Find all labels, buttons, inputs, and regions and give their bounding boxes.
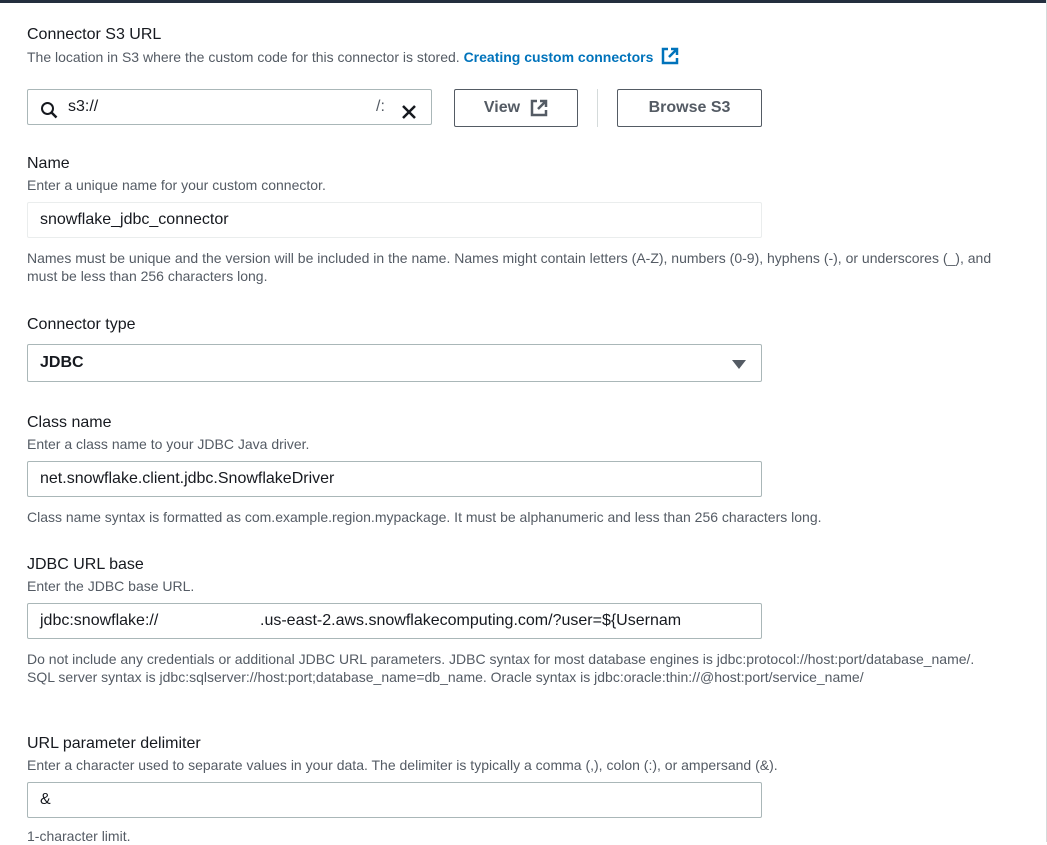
jdbc-url-help: Do not include any credentials or additi… [27,651,975,685]
connector-type-label: Connector type [27,316,136,333]
button-divider [597,89,598,127]
s3-url-description-text: The location in S3 where the custom code… [27,49,460,65]
name-section: Name Enter a unique name for your custom… [27,154,1027,194]
class-name-description: Enter a class name to your JDBC Java dri… [27,436,310,452]
view-external-link-icon [530,99,548,117]
external-link-icon [661,47,679,69]
delimiter-help: 1-character limit. [27,828,131,844]
jdbc-url-section: JDBC URL base Enter the JDBC base URL. [27,555,1027,595]
class-name-label: Class name [27,414,112,431]
caret-down-icon [732,360,746,369]
connector-type-value: JDBC [40,354,84,371]
browse-s3-button[interactable]: Browse S3 [617,89,762,127]
top-border [0,0,1047,3]
jdbc-url-input[interactable]: jdbc:snowflake:// .us-east-2.aws.snowfla… [27,603,762,639]
s3-url-section: Connector S3 URL The location in S3 wher… [27,25,1027,69]
creating-custom-connectors-link[interactable]: Creating custom connectors [463,47,680,65]
s3-url-input[interactable]: s3:// /: [27,89,432,125]
clear-icon[interactable] [401,99,417,124]
delimiter-input[interactable]: & [27,782,762,818]
name-label: Name [27,155,70,172]
s3-url-description: The location in S3 where the custom code… [27,47,1027,69]
jdbc-url-prefix: jdbc:snowflake:// [40,612,159,629]
search-icon [40,98,58,124]
delimiter-section: URL parameter delimiter Enter a characte… [27,734,1027,774]
name-description: Enter a unique name for your custom conn… [27,177,326,193]
creating-custom-connectors-link-text: Creating custom connectors [463,49,654,65]
delimiter-label: URL parameter delimiter [27,735,201,752]
connector-type-section: Connector type [27,315,136,335]
s3-url-value: s3:// [68,98,99,115]
jdbc-url-label: JDBC URL base [27,556,144,573]
view-button[interactable]: View [454,89,578,127]
name-help: Names must be unique and the version wil… [27,250,992,284]
class-name-input[interactable]: net.snowflake.client.jdbc.SnowflakeDrive… [27,461,762,497]
jdbc-url-suffix: .us-east-2.aws.snowflakecomputing.com/?u… [260,612,682,629]
jdbc-url-description: Enter the JDBC base URL. [27,578,195,594]
s3-url-label: Connector S3 URL [27,26,162,43]
class-name-help: Class name syntax is formatted as com.ex… [27,509,822,525]
name-input[interactable]: snowflake_jdbc_connector [27,202,762,238]
delimiter-description: Enter a character used to separate value… [27,757,778,773]
view-button-label: View [483,99,521,116]
connector-type-select[interactable]: JDBC [27,344,762,382]
s3-url-truncated: /: [376,98,385,115]
class-name-section: Class name Enter a class name to your JD… [27,413,1027,453]
